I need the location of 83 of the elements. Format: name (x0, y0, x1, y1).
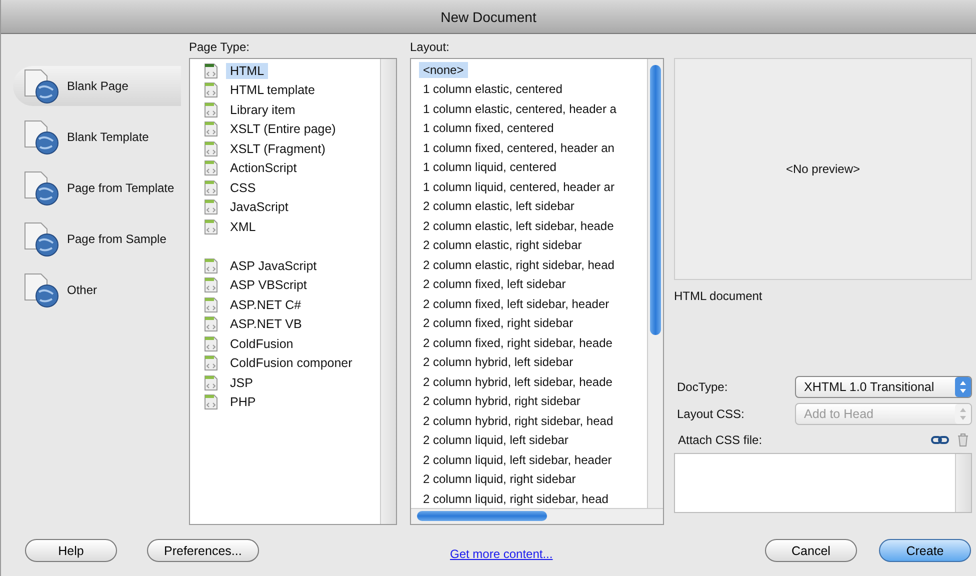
category-item[interactable]: Page from Template (13, 168, 181, 208)
document-icon (204, 218, 218, 235)
layout-item[interactable]: 2 column liquid, right sidebar, head (419, 490, 612, 507)
layout-item[interactable]: 1 column fixed, centered, header an (419, 140, 618, 156)
page-type-item[interactable]: JSP (226, 374, 257, 391)
layout-item[interactable]: 2 column elastic, right sidebar, head (419, 256, 618, 273)
document-icon (204, 180, 218, 196)
horizontal-scrollbar[interactable] (411, 508, 663, 524)
document-icon (204, 199, 218, 216)
layout-item[interactable]: 2 column fixed, left sidebar, header (419, 296, 614, 312)
layout-item[interactable]: 2 column hybrid, right sidebar (419, 393, 584, 410)
layout-item[interactable]: <none> (419, 62, 468, 78)
document-icon (204, 160, 218, 176)
layout-item[interactable]: 2 column liquid, left sidebar (419, 432, 572, 448)
category-item[interactable]: Page from Sample (13, 219, 181, 259)
category-item[interactable]: Blank Template (13, 117, 181, 157)
category-item[interactable]: Other (13, 270, 181, 310)
category-item[interactable]: Blank Page (13, 66, 181, 106)
layout-item[interactable]: 1 column liquid, centered (419, 159, 560, 176)
get-more-content-link[interactable]: Get more content... (450, 546, 553, 560)
page-type-item[interactable]: ActionScript (226, 160, 301, 176)
document-icon (204, 258, 218, 274)
stepper-icon (955, 404, 971, 424)
doctype-select[interactable]: XHTML 1.0 Transitional (795, 376, 972, 398)
page-type-item[interactable]: XML (226, 218, 260, 235)
scrollbar-track (955, 454, 971, 512)
layout-item[interactable]: 2 column fixed, left sidebar (419, 276, 570, 292)
layout-item[interactable]: 2 column hybrid, right sidebar, head (419, 412, 618, 429)
page-type-item[interactable]: ColdFusion (226, 336, 298, 352)
attach-css-label: Attach CSS file: (678, 433, 764, 447)
document-icon (204, 355, 218, 372)
document-icon (204, 277, 218, 294)
document-icon (204, 82, 218, 98)
layout-item[interactable]: 1 column fixed, centered (419, 120, 558, 136)
document-icon (204, 121, 218, 138)
layout-item[interactable]: 2 column elastic, left sidebar (419, 198, 578, 214)
trash-icon[interactable] (957, 433, 969, 447)
page-type-item[interactable]: XSLT (Entire page) (226, 121, 340, 138)
description-text: HTML document (674, 289, 764, 305)
stepper-icon (955, 376, 971, 396)
layout-heading: Layout: (410, 40, 450, 56)
layout-item[interactable]: 2 column hybrid, left sidebar (419, 354, 578, 370)
document-icon (204, 102, 218, 118)
document-icon (204, 336, 218, 352)
layout-item[interactable]: 2 column fixed, right sidebar (419, 315, 578, 332)
chain-link-icon[interactable] (931, 434, 949, 446)
page-type-heading: Page Type: (189, 40, 250, 56)
dialog-button[interactable]: Create (879, 539, 971, 562)
dialog-button[interactable]: Cancel (765, 539, 857, 562)
layout-item[interactable]: 2 column hybrid, left sidebar, heade (419, 374, 616, 390)
document-icon (204, 316, 218, 332)
window-title: New Document (440, 8, 536, 24)
page-type-item[interactable]: ASP.NET C# (226, 296, 306, 313)
layout-css-label: Layout CSS: (676, 406, 746, 420)
page-type-item[interactable]: ASP VBScript (226, 277, 311, 294)
document-icon (204, 394, 218, 410)
page-type-item[interactable]: ColdFusion componer (226, 355, 356, 372)
page-type-item[interactable]: XSLT (Fragment) (226, 140, 330, 157)
page-type-item[interactable]: CSS (226, 180, 260, 196)
layout-item[interactable]: 2 column elastic, left sidebar, heade (419, 218, 618, 234)
document-icon (204, 140, 218, 157)
doctype-label: DocType: (676, 380, 729, 394)
preview-text: <No preview> (786, 162, 860, 176)
page-type-item[interactable]: HTML (226, 62, 268, 79)
layout-item[interactable]: 1 column elastic, centered, header a (419, 100, 620, 117)
page-type-item[interactable]: Library item (226, 102, 300, 118)
layout-item[interactable]: 1 column liquid, centered, header ar (419, 178, 618, 195)
page-type-item[interactable]: ASP JavaScript (226, 258, 321, 274)
page-type-item[interactable]: PHP (226, 394, 260, 410)
layout-item[interactable]: 1 column elastic, centered (419, 81, 566, 98)
vertical-scrollbar[interactable] (647, 59, 663, 509)
document-icon (204, 296, 218, 313)
layout-item[interactable]: 2 column elastic, right sidebar (419, 237, 586, 254)
layout-item[interactable]: 2 column liquid, right sidebar (419, 471, 580, 488)
document-icon (204, 374, 218, 391)
page-type-item[interactable]: ASP.NET VB (226, 316, 306, 332)
layout-item[interactable]: 2 column fixed, right sidebar, heade (419, 334, 616, 351)
layout-item[interactable]: 2 column liquid, left sidebar, header (419, 452, 616, 468)
document-icon (204, 62, 218, 79)
dialog-button[interactable]: Preferences... (147, 539, 259, 562)
dialog-button[interactable]: Help (25, 539, 117, 562)
page-type-item[interactable]: HTML template (226, 82, 319, 98)
page-type-item[interactable]: JavaScript (226, 199, 292, 216)
